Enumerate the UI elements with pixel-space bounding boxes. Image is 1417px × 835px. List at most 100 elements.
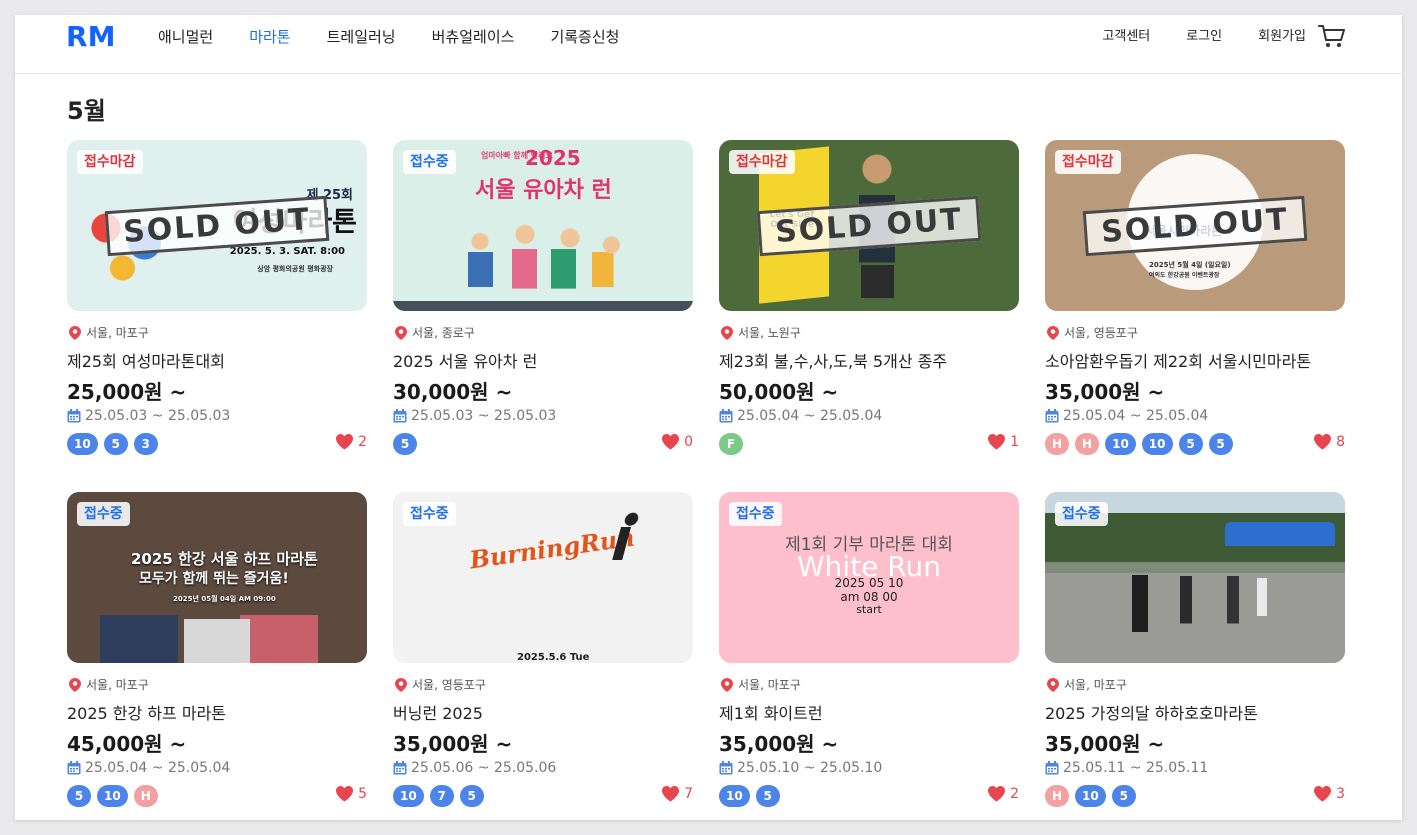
like-count: 3 bbox=[1336, 786, 1345, 802]
like-button[interactable]: 7 bbox=[662, 786, 693, 802]
poster-family-illustration bbox=[453, 215, 633, 303]
event-card[interactable]: 2025 한강 서울 하프 마라톤모두가 함께 뛰는 즐거움!2025년 05월… bbox=[67, 492, 367, 820]
location-pin-icon bbox=[395, 677, 407, 692]
event-price: 35,000원 ~ bbox=[719, 732, 839, 756]
nav-record-certificate[interactable]: 기록증신청 bbox=[550, 25, 619, 49]
heart-icon bbox=[1314, 434, 1332, 450]
event-thumbnail[interactable]: 제 25회여성마라톤2025. 5. 3. SAT. 8:00상암 평화의공원 … bbox=[67, 140, 367, 311]
status-badge: 접수중 bbox=[403, 502, 456, 526]
event-location: 서울, 마포구 bbox=[69, 324, 149, 341]
heart-icon bbox=[662, 786, 680, 802]
poster-text: 2025년 5월 4일 (일요일) bbox=[1149, 261, 1231, 269]
calendar-icon bbox=[67, 409, 81, 423]
event-location: 서울, 마포구 bbox=[69, 676, 149, 693]
distance-tag: 10 bbox=[1141, 433, 1173, 455]
page-frame: R M 애니멀런 마라톤 트레일러닝 버츄얼레이스 기록증신청 고객센터 로그인… bbox=[15, 15, 1402, 820]
event-card[interactable]: BurningRun 2025.5.6 Tue 접수중 서울, 영등포구 버닝런 … bbox=[393, 492, 693, 820]
event-thumbnail[interactable]: 2025 한강 서울 하프 마라톤모두가 함께 뛰는 즐거움!2025년 05월… bbox=[67, 492, 367, 663]
event-thumbnail[interactable]: 엄마아빠 함께 달려요 2025 서울 유아차 런 접수중 bbox=[393, 140, 693, 311]
date-range-text: 25.05.10 ~ 25.05.10 bbox=[737, 760, 883, 776]
poster-date: 2025.5.6 Tue bbox=[517, 652, 590, 663]
photo-arch bbox=[1225, 522, 1335, 546]
event-title[interactable]: 소아암환우돕기 제22회 서울시민마라톤 bbox=[1045, 348, 1311, 372]
site-logo[interactable]: R M bbox=[66, 22, 124, 52]
cart-icon[interactable] bbox=[1317, 21, 1347, 51]
date-range-text: 25.05.03 ~ 25.05.03 bbox=[85, 408, 231, 424]
location-pin-icon bbox=[1047, 325, 1059, 340]
poster-title: 서울 유아차 런 bbox=[475, 178, 612, 203]
logo-letter-m: M bbox=[87, 20, 116, 53]
like-button[interactable]: 8 bbox=[1314, 434, 1345, 450]
event-price: 25,000원 ~ bbox=[67, 380, 187, 404]
like-button[interactable]: 3 bbox=[1314, 786, 1345, 802]
event-card[interactable]: 제1회 기부 마라톤 대회 White Run 2025 05 10 am 08 00… bbox=[719, 492, 1019, 820]
calendar-icon bbox=[1045, 409, 1059, 423]
heart-icon bbox=[336, 434, 354, 450]
event-location: 서울, 영등포구 bbox=[1047, 324, 1138, 341]
location-pin-icon bbox=[721, 677, 733, 692]
event-location: 서울, 영등포구 bbox=[395, 676, 486, 693]
poster-runners bbox=[67, 583, 367, 663]
event-title[interactable]: 버닝런 2025 bbox=[393, 700, 483, 724]
event-price: 35,000원 ~ bbox=[393, 732, 513, 756]
distance-tag: 10 bbox=[67, 433, 98, 455]
location-text: 서울, 영등포구 bbox=[412, 678, 486, 692]
event-thumbnail[interactable]: 제1회 기부 마라톤 대회 White Run 2025 05 10 am 08 00… bbox=[719, 492, 1019, 663]
distance-tag: H bbox=[1045, 433, 1070, 455]
event-thumbnail[interactable]: 접수중 bbox=[1045, 492, 1345, 663]
location-pin-icon bbox=[721, 325, 733, 340]
month-heading: 5월 bbox=[67, 97, 106, 125]
signup-link[interactable]: 회원가입 bbox=[1258, 27, 1306, 47]
location-pin-icon bbox=[395, 325, 407, 340]
event-card[interactable]: Let's Get Out Side !SOLD OUT 접수마감 서울, 노원… bbox=[719, 140, 1019, 470]
event-card[interactable]: 제 25회여성마라톤2025. 5. 3. SAT. 8:00상암 평화의공원 … bbox=[67, 140, 367, 470]
sold-out-stamp: SOLD OUT bbox=[1082, 195, 1308, 256]
poster-year: 2025 bbox=[525, 146, 581, 170]
date-range-text: 25.05.04 ~ 25.05.04 bbox=[1063, 408, 1209, 424]
nav-trail-running[interactable]: 트레일러닝 bbox=[327, 25, 396, 49]
event-thumbnail[interactable]: Let's Get Out Side !SOLD OUT 접수마감 bbox=[719, 140, 1019, 311]
event-title[interactable]: 제23회 불,수,사,도,북 5개산 종주 bbox=[719, 348, 947, 372]
event-card[interactable]: 서울시민마라톤2025년 5월 4일 (일요일)여의도 한강공원 이벤트광장SO… bbox=[1045, 140, 1345, 470]
login-link[interactable]: 로그인 bbox=[1186, 27, 1222, 47]
nav-virtual-race[interactable]: 버츄얼레이스 bbox=[432, 25, 515, 49]
event-title[interactable]: 2025 가정의달 하하호호마라톤 bbox=[1045, 700, 1258, 724]
like-count: 8 bbox=[1336, 434, 1345, 450]
event-title[interactable]: 2025 서울 유아차 런 bbox=[393, 348, 537, 372]
distance-tags: 10 5 3 bbox=[67, 433, 158, 455]
event-title[interactable]: 제25회 여성마라톤대회 bbox=[67, 348, 225, 372]
event-thumbnail[interactable]: BurningRun 2025.5.6 Tue 접수중 bbox=[393, 492, 693, 663]
calendar-icon bbox=[393, 409, 407, 423]
event-title[interactable]: 제1회 화이트런 bbox=[719, 700, 823, 724]
distance-tag: 5 bbox=[459, 785, 484, 807]
event-card[interactable]: 엄마아빠 함께 달려요 2025 서울 유아차 런 접수중 서울, 종로구 2025… bbox=[393, 140, 693, 470]
like-button[interactable]: 0 bbox=[662, 434, 693, 450]
status-badge: 접수마감 bbox=[1055, 150, 1121, 174]
event-card[interactable]: 접수중 서울, 마포구 2025 가정의달 하하호호마라톤 35,000원 ~ … bbox=[1045, 492, 1345, 820]
event-dates: 25.05.06 ~ 25.05.06 bbox=[393, 760, 556, 776]
date-range-text: 25.05.04 ~ 25.05.04 bbox=[737, 408, 883, 424]
date-range-text: 25.05.06 ~ 25.05.06 bbox=[411, 760, 557, 776]
status-badge: 접수마감 bbox=[77, 150, 143, 174]
event-dates: 25.05.04 ~ 25.05.04 bbox=[67, 760, 230, 776]
distance-tag: F bbox=[719, 433, 743, 455]
event-thumbnail[interactable]: 서울시민마라톤2025년 5월 4일 (일요일)여의도 한강공원 이벤트광장SO… bbox=[1045, 140, 1345, 311]
distance-tag: 5 bbox=[1208, 433, 1233, 455]
like-button[interactable]: 5 bbox=[336, 786, 367, 802]
like-count: 2 bbox=[1010, 786, 1019, 802]
event-title[interactable]: 2025 한강 하프 마라톤 bbox=[67, 700, 226, 724]
event-dates: 25.05.04 ~ 25.05.04 bbox=[1045, 408, 1208, 424]
distance-tag: 10 bbox=[393, 785, 424, 807]
utility-links: 고객센터 로그인 회원가입 bbox=[1102, 27, 1306, 47]
distance-tag: 5 bbox=[67, 785, 91, 807]
like-button[interactable]: 2 bbox=[336, 434, 367, 450]
main-nav: 애니멀런 마라톤 트레일러닝 버츄얼레이스 기록증신청 bbox=[158, 25, 619, 49]
nav-animal-run[interactable]: 애니멀런 bbox=[158, 25, 213, 49]
customer-center-link[interactable]: 고객센터 bbox=[1102, 27, 1150, 47]
like-button[interactable]: 1 bbox=[988, 434, 1019, 450]
event-price: 35,000원 ~ bbox=[1045, 380, 1165, 404]
poster-text: 여의도 한강공원 이벤트광장 bbox=[1149, 272, 1220, 279]
nav-marathon[interactable]: 마라톤 bbox=[249, 25, 290, 49]
distance-tag: H bbox=[133, 785, 158, 807]
like-button[interactable]: 2 bbox=[988, 786, 1019, 802]
